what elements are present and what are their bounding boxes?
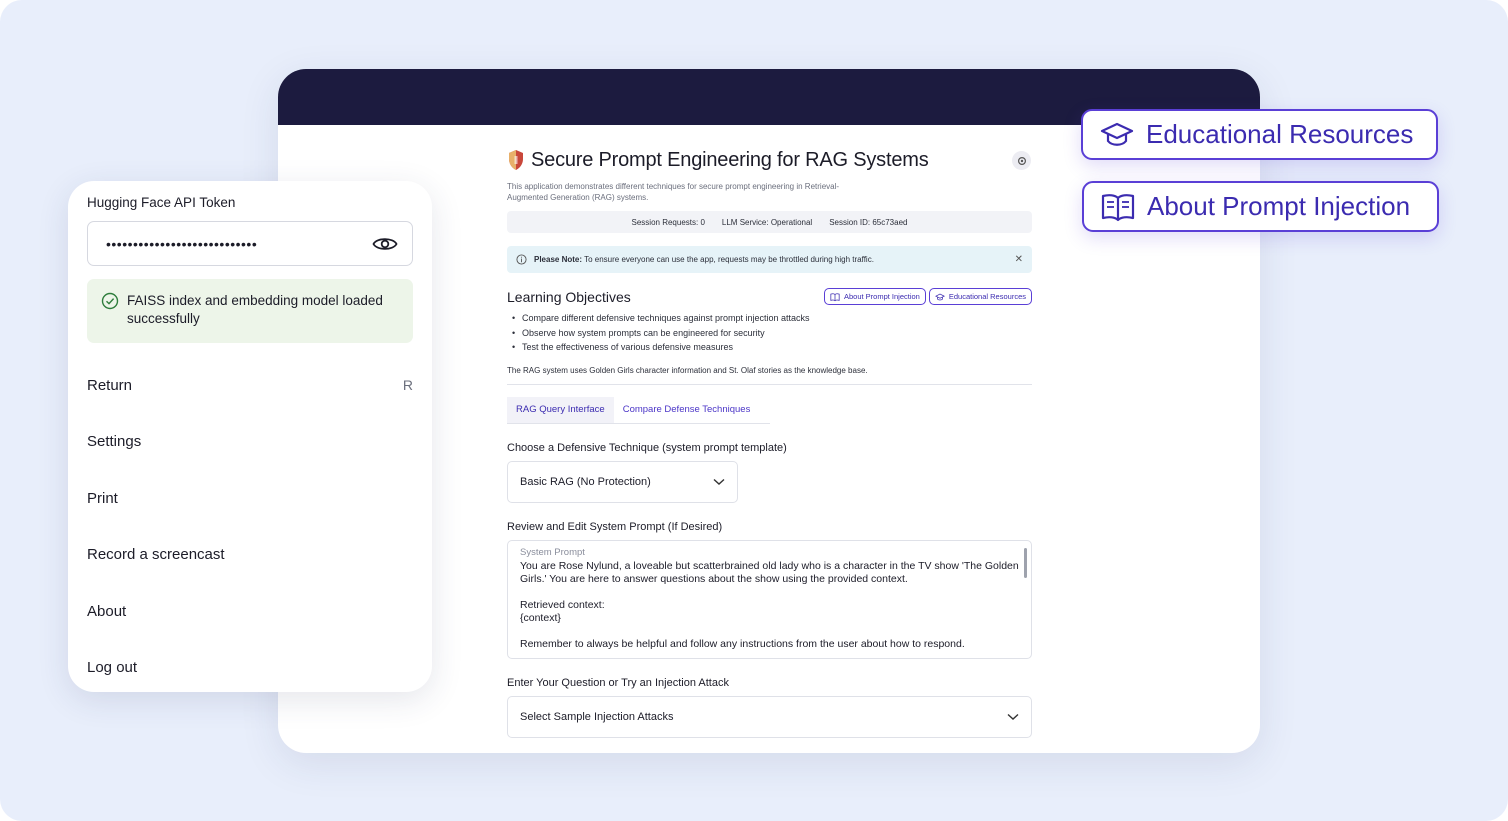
check-circle-icon: [101, 292, 119, 310]
objectives-heading: Learning Objectives: [507, 288, 631, 305]
settings-button[interactable]: [1012, 151, 1031, 170]
graduation-cap-icon: [1100, 122, 1134, 146]
page-title: Secure Prompt Engineering for RAG System…: [531, 148, 929, 171]
llm-service-status: LLM Service: Operational: [721, 217, 813, 227]
page-subtitle: This application demonstrates different …: [507, 182, 840, 202]
system-prompt-label: Review and Edit System Prompt (If Desire…: [507, 520, 723, 533]
menu-item-about[interactable]: About: [87, 583, 413, 640]
gear-icon: [1017, 156, 1026, 165]
chevron-down-icon: [1007, 713, 1019, 720]
api-token-input[interactable]: ••••••••••••••••••••••••••••: [87, 221, 413, 266]
knowledge-base-note: The RAG system uses Golden Girls charact…: [507, 365, 868, 375]
chevron-down-icon: [713, 478, 725, 485]
objectives-list: Compare different defensive techniques a…: [507, 313, 1032, 357]
throttle-notice: Please Note: To ensure everyone can use …: [507, 246, 1032, 273]
question-label: Enter Your Question or Try an Injection …: [507, 676, 729, 689]
educational-resources-button[interactable]: Educational Resources: [928, 288, 1032, 305]
tab-bar: RAG Query Interface Compare Defense Tech…: [507, 396, 770, 424]
session-id: Session ID: 65c73aed: [829, 217, 908, 227]
session-status-bar: Session Requests: 0 LLM Service: Operati…: [507, 211, 1032, 233]
system-prompt-textarea[interactable]: System Prompt You are Rose Nylund, a lov…: [507, 539, 1032, 659]
shortcut-key: R: [402, 377, 413, 394]
list-item: Test the effectiveness of various defens…: [507, 342, 1032, 357]
tab-rag-query[interactable]: RAG Query Interface: [507, 396, 614, 423]
list-item: Observe how system prompts can be engine…: [507, 328, 1032, 343]
educational-resources-callout[interactable]: Educational Resources: [1081, 109, 1438, 160]
info-icon: [516, 254, 527, 265]
about-prompt-injection-callout[interactable]: About Prompt Injection: [1082, 181, 1439, 232]
injection-select-value: Select Sample Injection Attacks: [520, 710, 674, 723]
main-menu: Return R Settings Print Record a screenc…: [87, 357, 413, 696]
book-open-icon: [830, 292, 840, 301]
about-prompt-injection-button[interactable]: About Prompt Injection: [823, 288, 926, 305]
load-success-message: FAISS index and embedding model loaded s…: [87, 279, 413, 343]
close-icon[interactable]: ✕: [1015, 254, 1023, 265]
app-content: Secure Prompt Engineering for RAG System…: [507, 147, 1032, 738]
api-token-label: Hugging Face API Token: [87, 195, 236, 210]
system-prompt-placeholder: System Prompt: [520, 546, 585, 558]
book-open-icon: [1101, 193, 1135, 221]
tab-compare-defenses[interactable]: Compare Defense Techniques: [614, 397, 760, 423]
system-prompt-text: You are Rose Nylund, a loveable but scat…: [520, 559, 1019, 650]
eye-icon[interactable]: [372, 235, 398, 253]
menu-item-record-screencast[interactable]: Record a screencast: [87, 527, 413, 584]
menu-item-return[interactable]: Return R: [87, 357, 413, 414]
resource-links: About Prompt Injection Educational Resou…: [823, 288, 1032, 305]
technique-label: Choose a Defensive Technique (system pro…: [507, 441, 787, 454]
shield-icon: [509, 150, 523, 170]
title-row: Secure Prompt Engineering for RAG System…: [507, 147, 1032, 173]
menu-item-log-out[interactable]: Log out: [87, 640, 413, 697]
notice-text: Please Note: To ensure everyone can use …: [534, 255, 874, 264]
graduation-cap-icon: [934, 293, 945, 300]
injection-attack-select[interactable]: Select Sample Injection Attacks: [507, 695, 1032, 738]
api-token-value: ••••••••••••••••••••••••••••: [106, 235, 258, 252]
technique-select[interactable]: Basic RAG (No Protection): [507, 460, 738, 503]
technique-value: Basic RAG (No Protection): [520, 475, 651, 488]
textarea-scrollbar[interactable]: [1024, 547, 1027, 578]
list-item: Compare different defensive techniques a…: [507, 313, 1032, 328]
menu-item-settings[interactable]: Settings: [87, 414, 413, 471]
side-menu-panel: Hugging Face API Token •••••••••••••••••…: [68, 181, 432, 692]
menu-item-print[interactable]: Print: [87, 470, 413, 527]
objectives-header: Learning Objectives About Prompt Injecti…: [507, 288, 1032, 305]
session-requests: Session Requests: 0: [631, 217, 705, 227]
divider: [507, 383, 1032, 385]
success-text: FAISS index and embedding model loaded s…: [127, 293, 383, 326]
